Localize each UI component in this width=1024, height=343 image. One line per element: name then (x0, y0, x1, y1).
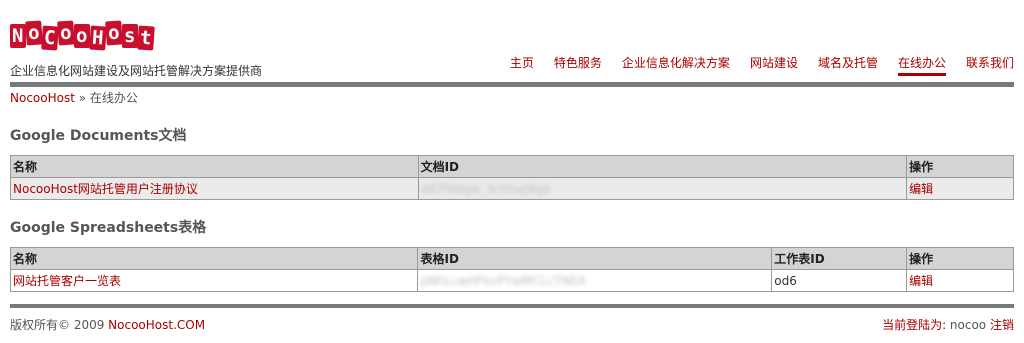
footer-site-link[interactable]: NocooHost.COM (108, 318, 205, 332)
logo-letter: o (25, 20, 43, 46)
logo-letter: t (137, 25, 155, 51)
nav-item-home[interactable]: 主页 (510, 54, 534, 76)
logo-letter: s (122, 24, 138, 48)
logo-letter: o (105, 20, 123, 46)
nav-item-online-office[interactable]: 在线办公 (897, 54, 946, 76)
spreadsheet-id-value: pNhLcwHFkvPYwMCLcTNEA (420, 273, 586, 288)
nav-item-domain-hosting[interactable]: 域名及托管 (818, 54, 878, 76)
cell-worksheet-id: od6 (771, 269, 908, 292)
table-header-row: 名称 文档ID 操作 (10, 155, 1014, 178)
logo-letter: C (41, 25, 59, 51)
cell-name: NocooHost网站托管用户注册协议 (10, 177, 419, 200)
logo-letter: H (89, 25, 107, 51)
breadcrumb: NocooHost » 在线办公 (10, 89, 138, 106)
site-tagline: 企业信息化网站建设及网站托管解决方案提供商 (10, 64, 263, 78)
column-header-name: 名称 (10, 155, 419, 178)
header-divider (10, 82, 1014, 87)
copyright-text: 版权所有© 2009 (10, 318, 109, 332)
footer-divider (10, 304, 1014, 308)
site-logo[interactable]: N o C o o H o s t (10, 20, 155, 54)
table-row: 网站托管客户一览表 pNhLcwHFkvPYwMCLcTNEA od6 编辑 (9, 269, 1014, 292)
login-status: 当前登陆为: nocoo 注销 (882, 316, 1014, 333)
cell-doc-id: dd7fddqw_3chhuj9qd (417, 177, 908, 200)
cell-sheet-id: pNhLcwHFkvPYwMCLcTNEA (417, 269, 773, 292)
logo-letter: N (10, 24, 26, 48)
table-row: NocooHost网站托管用户注册协议 dd7fddqw_3chhuj9qd 编… (10, 177, 1014, 200)
breadcrumb-current: 在线办公 (89, 91, 138, 105)
nav-item-contact[interactable]: 联系我们 (966, 54, 1014, 76)
nav-item-website-building[interactable]: 网站建设 (750, 54, 798, 76)
cell-name: 网站托管客户一览表 (9, 269, 419, 292)
nav-item-services[interactable]: 特色服务 (554, 54, 602, 76)
column-header-worksheet-id: 工作表ID (771, 247, 908, 270)
column-header-action: 操作 (906, 155, 1014, 178)
column-header-name: 名称 (9, 247, 419, 270)
spreadsheet-link[interactable]: 网站托管客户一览表 (13, 274, 121, 288)
edit-link[interactable]: 编辑 (909, 274, 933, 288)
document-id-value: dd7fddqw_3chhuj9qd (420, 181, 550, 196)
breadcrumb-separator: » (74, 91, 90, 105)
spreadsheets-table: 名称 表格ID 工作表ID 操作 网站托管客户一览表 pNhLcwHFkvPYw… (9, 247, 1014, 292)
current-user: nocoo (949, 318, 987, 332)
footer-copyright: 版权所有© 2009 NocooHost.COM (10, 316, 205, 333)
document-link[interactable]: NocooHost网站托管用户注册协议 (13, 182, 198, 196)
logo-letter: o (57, 20, 75, 46)
breadcrumb-home-link[interactable]: NocooHost (10, 91, 75, 105)
spreadsheets-title: Google Spreadsheets表格 (10, 220, 207, 236)
column-header-sheet-id: 表格ID (417, 247, 773, 270)
cell-action: 编辑 (906, 177, 1014, 200)
main-nav: 主页 特色服务 企业信息化解决方案 网站建设 域名及托管 在线办公 联系我们 (490, 54, 1014, 76)
column-header-action: 操作 (906, 247, 1014, 270)
column-header-doc-id: 文档ID (417, 155, 908, 178)
logout-link[interactable]: 注销 (990, 318, 1014, 332)
logo-letter: o (74, 24, 90, 48)
documents-title: Google Documents文档 (10, 128, 187, 144)
documents-table: 名称 文档ID 操作 NocooHost网站托管用户注册协议 dd7fddqw_… (10, 155, 1014, 200)
cell-action: 编辑 (906, 269, 1014, 292)
table-header-row: 名称 表格ID 工作表ID 操作 (9, 247, 1014, 270)
edit-link[interactable]: 编辑 (909, 182, 933, 196)
nav-item-enterprise-solutions[interactable]: 企业信息化解决方案 (622, 54, 730, 76)
login-label: 当前登陆为: (882, 318, 950, 332)
